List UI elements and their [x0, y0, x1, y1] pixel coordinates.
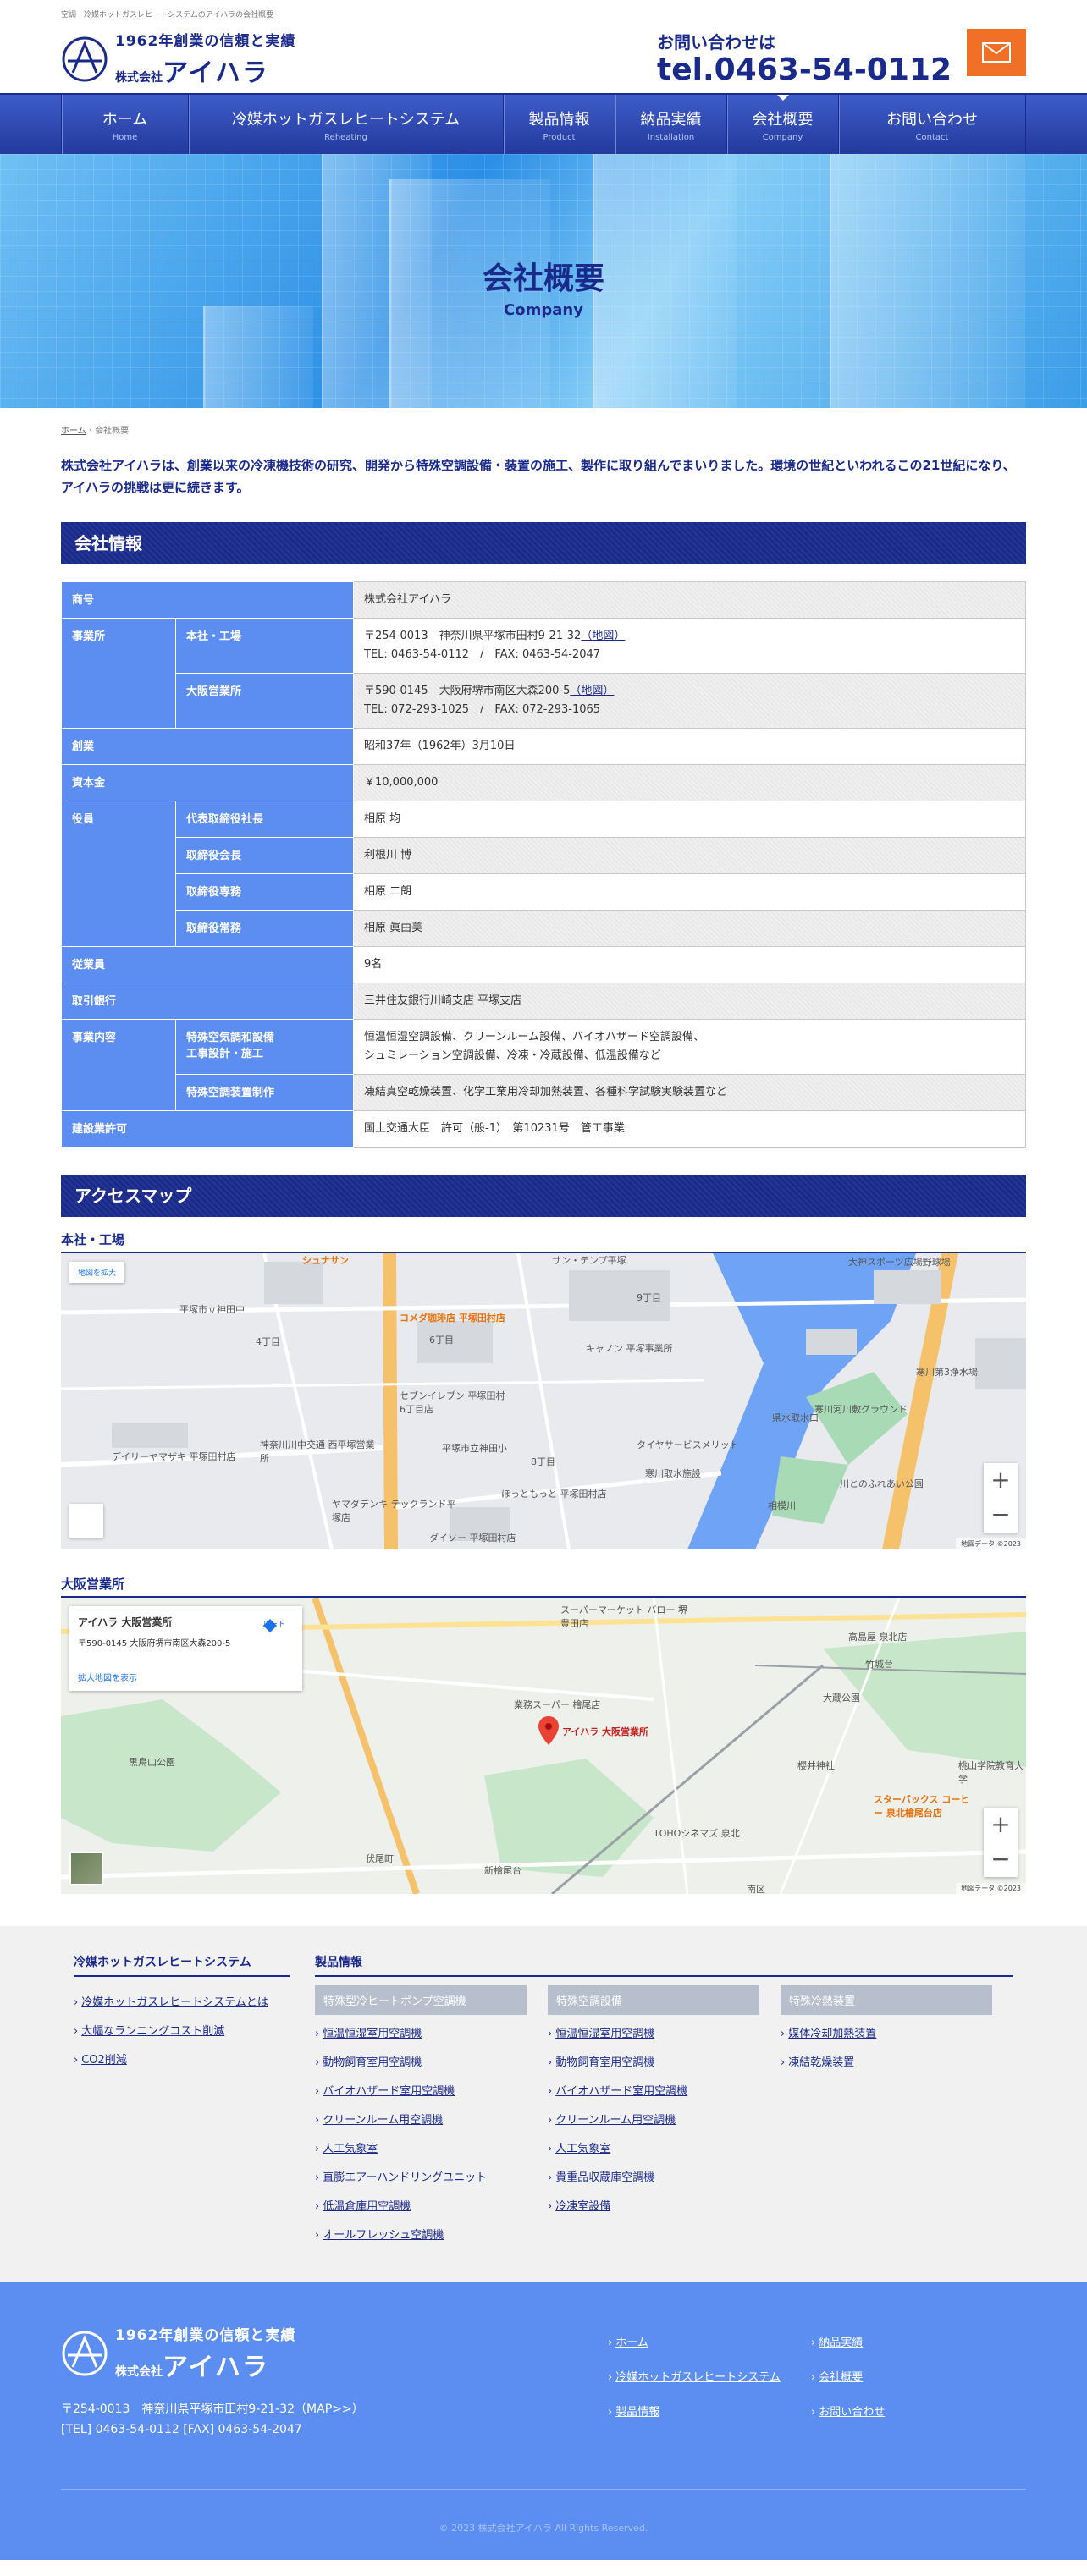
- logo-name: アイハラ: [163, 58, 269, 88]
- footer-reheat-link[interactable]: 冷媒ホットガスレヒートシステムとは: [74, 1989, 290, 2017]
- footer-sitemap: 冷媒ホットガスレヒートシステム 冷媒ホットガスレヒートシステムとは大幅なランニン…: [0, 1926, 1087, 2282]
- enlarge-map-link[interactable]: 拡大地図を表示: [78, 1671, 294, 1683]
- product-link[interactable]: 貴重品収蔵庫空調機: [548, 2164, 759, 2193]
- copyright: © 2023 株式会社アイハラ All Rights Reserved.: [439, 2523, 648, 2534]
- map2-label: 大阪営業所: [61, 1575, 1026, 1598]
- nav-company[interactable]: 会社概要 Company: [726, 95, 838, 154]
- nav-installation[interactable]: 納品実績 Installation: [615, 95, 726, 154]
- product-link[interactable]: 凍結乾燥装置: [781, 2049, 992, 2078]
- zoom-out-icon[interactable]: −: [984, 1498, 1018, 1533]
- map-enlarge-link[interactable]: 地図を拡大: [69, 1262, 125, 1283]
- street-view-button[interactable]: [69, 1504, 103, 1538]
- satellite-toggle[interactable]: [69, 1852, 103, 1885]
- breadcrumb: ホーム › 会社概要: [61, 427, 130, 436]
- product-link[interactable]: 人工気象室: [315, 2135, 527, 2164]
- place-name: アイハラ 大阪営業所: [78, 1616, 173, 1628]
- product-link[interactable]: オールフレッシュ空調機: [315, 2221, 527, 2250]
- envelope-icon: [982, 42, 1011, 63]
- zoom-out-icon[interactable]: −: [984, 1842, 1018, 1877]
- company-section-title: 会社情報: [61, 522, 1026, 564]
- site-logo[interactable]: 1962年創業の信頼と実績 株式会社アイハラ: [61, 29, 295, 89]
- logo-prefix: 株式会社: [115, 71, 163, 85]
- product-link[interactable]: 動物飼育室用空調機: [548, 2049, 759, 2078]
- product-link[interactable]: 恒温恒湿室用空調機: [548, 2020, 759, 2049]
- zoom-in-icon[interactable]: +: [984, 1463, 1018, 1498]
- product-link[interactable]: クリーンルーム用空調機: [315, 2106, 527, 2135]
- zoom-in-icon[interactable]: +: [984, 1808, 1018, 1842]
- product-link[interactable]: バイオハザード室用空調機: [548, 2078, 759, 2106]
- footer-nav: ホーム 納品実績 冷媒ホットガスレヒートシステム 会社概要 製品情報 お問い合わ…: [608, 2333, 980, 2419]
- place-address: 〒590-0145 大阪府堺市南区大森200-5: [78, 1639, 231, 1649]
- product-category-heading: 特殊空調設備: [548, 1985, 759, 2015]
- product-link[interactable]: 直膨エアーハンドリングユニット: [315, 2164, 527, 2193]
- map1-label: 本社・工場: [61, 1230, 1026, 1253]
- lead-text: 株式会社アイハラは、創業以来の冷凍機技術の研究、開発から特殊空調設備・装置の施工…: [61, 458, 1016, 495]
- hero-title: 会社概要: [482, 261, 604, 296]
- product-link[interactable]: バイオハザード室用空調機: [315, 2078, 527, 2106]
- product-category-column: 特殊型冷ヒートポンプ空調機恒温恒湿室用空調機動物飼育室用空調機バイオハザード室用…: [315, 1985, 527, 2250]
- access-section-title: アクセスマップ: [61, 1175, 1026, 1217]
- hero-banner: 会社概要 Company: [0, 154, 1087, 408]
- breadcrumb-home[interactable]: ホーム: [61, 427, 86, 436]
- directions-button[interactable]: ルート: [262, 1618, 285, 1632]
- map-pin-icon[interactable]: [538, 1716, 559, 1745]
- footer-product-heading: 製品情報: [315, 1953, 1013, 1977]
- product-link[interactable]: 冷凍室設備: [548, 2193, 759, 2221]
- footer-address: 〒254-0013 神奈川県平塚市田村9-21-32（MAP>>） [TEL] …: [61, 2403, 364, 2436]
- footer-link-product[interactable]: 製品情報: [608, 2403, 811, 2419]
- site-footer: 1962年創業の信頼と実績 株式会社アイハラ 〒254-0013 神奈川県平塚市…: [0, 2282, 1087, 2560]
- osaka-map-link[interactable]: （地図）: [570, 685, 614, 697]
- map-zoom-control: + −: [984, 1808, 1018, 1877]
- site-header: 空調・冷媒ホットガスレヒートシステムのアイハラの会社概要 1962年創業の信頼と…: [0, 0, 1087, 93]
- footer-link-company[interactable]: 会社概要: [811, 2368, 980, 2384]
- footer-logo[interactable]: 1962年創業の信頼と実績 株式会社アイハラ: [61, 2323, 295, 2383]
- map-attribution: 地図データ ©2023: [956, 1538, 1026, 1549]
- map-zoom-control: + −: [984, 1463, 1018, 1533]
- map-attribution: 地図データ ©2023: [956, 1883, 1026, 1894]
- footer-link-reheating[interactable]: 冷媒ホットガスレヒートシステム: [608, 2368, 811, 2384]
- hq-map-link[interactable]: （地図）: [581, 630, 625, 642]
- aihara-logo-icon: [62, 36, 108, 81]
- contact-block: お問い合わせは tel.0463-54-0112: [657, 29, 952, 87]
- product-link[interactable]: 恒温恒湿室用空調機: [315, 2020, 527, 2049]
- product-link[interactable]: 低温倉庫用空調機: [315, 2193, 527, 2221]
- pin-label: アイハラ 大阪営業所: [562, 1726, 649, 1737]
- product-category-heading: 特殊冷熱装置: [781, 1985, 992, 2015]
- directions-icon: [262, 1619, 277, 1632]
- header-tagline: 空調・冷媒ホットガスレヒートシステムのアイハラの会社概要: [61, 11, 274, 19]
- footer-map-link[interactable]: MAP>>: [306, 2403, 352, 2416]
- product-category-heading: 特殊型冷ヒートポンプ空調機: [315, 1985, 527, 2015]
- product-category-column: 特殊空調設備恒温恒湿室用空調機動物飼育室用空調機バイオハザード室用空調機クリーン…: [548, 1985, 759, 2250]
- aihara-logo-icon: [62, 2331, 108, 2375]
- mail-button[interactable]: [967, 29, 1026, 76]
- footer-telfax: [TEL] 0463-54-0112 [FAX] 0463-54-2047: [61, 2423, 302, 2436]
- map-osaka[interactable]: アイハラ 大阪営業所 〒590-0145 大阪府堺市南区大森200-5 拡大地図…: [61, 1598, 1026, 1894]
- footer-link-home[interactable]: ホーム: [608, 2333, 811, 2349]
- breadcrumb-current: 会社概要: [95, 427, 130, 436]
- product-link[interactable]: 動物飼育室用空調機: [315, 2049, 527, 2078]
- product-link[interactable]: クリーンルーム用空調機: [548, 2106, 759, 2135]
- footer-link-installation[interactable]: 納品実績: [811, 2333, 980, 2349]
- map-hq[interactable]: 地図を拡大 シュナサン サン・テンプ平塚 大神スポーツ広場野球場 平塚市立神田中…: [61, 1253, 1026, 1549]
- company-info-table: 商号 株式会社アイハラ 事業所 本社・工場 〒254-0013 神奈川県平塚市田村…: [61, 581, 1026, 1148]
- place-info-card: アイハラ 大阪営業所 〒590-0145 大阪府堺市南区大森200-5 拡大地図…: [69, 1606, 302, 1691]
- footer-link-contact[interactable]: お問い合わせ: [811, 2403, 980, 2419]
- footer-reheat-heading: 冷媒ホットガスレヒートシステム: [74, 1953, 290, 1977]
- contact-label: お問い合わせは: [656, 32, 775, 52]
- nav-reheating[interactable]: 冷媒ホットガスレヒートシステム Reheating: [188, 95, 503, 154]
- product-category-column: 特殊冷熱装置媒体冷却加熱装置凍結乾燥装置: [781, 1985, 992, 2250]
- footer-reheat-link[interactable]: CO2削減: [74, 2046, 290, 2075]
- contact-tel[interactable]: tel.0463-54-0112: [657, 53, 952, 87]
- logo-line1: 1962年創業の信頼と実績: [115, 33, 296, 50]
- nav-home[interactable]: ホーム Home: [61, 95, 188, 154]
- global-nav: ホーム Home 冷媒ホットガスレヒートシステム Reheating 製品情報 Pro…: [0, 93, 1087, 154]
- nav-product[interactable]: 製品情報 Product: [503, 95, 615, 154]
- product-link[interactable]: 媒体冷却加熱装置: [781, 2020, 992, 2049]
- hero-subtitle: Company: [504, 301, 583, 319]
- product-link[interactable]: 人工気象室: [548, 2135, 759, 2164]
- footer-reheat-link[interactable]: 大幅なランニングコスト削減: [74, 2017, 290, 2046]
- nav-contact[interactable]: お問い合わせ Contact: [838, 95, 1026, 154]
